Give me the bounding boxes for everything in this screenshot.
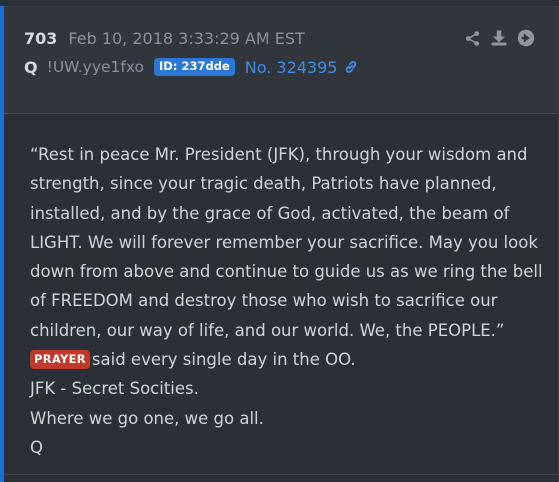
post-body: “Rest in peace Mr. President (JFK), thro… — [30, 140, 546, 462]
post-reference-label[interactable]: No. 324395 — [245, 58, 338, 77]
post-signature: Q — [30, 437, 43, 457]
body-line: of FREEDOM and destroy those who wish to… — [30, 291, 498, 311]
body-line: down from above and continue to guide us… — [30, 262, 543, 282]
post-author-row: Q !UW.yye1fxo ID: 237dde No. 324395 — [24, 57, 359, 77]
post-actions — [464, 28, 535, 48]
post-meta-row: 703 Feb 10, 2018 3:33:29 AM EST — [24, 28, 305, 48]
prayer-line-text: said every single day in the OO. — [91, 350, 356, 370]
prayer-tag[interactable]: PRAYER — [30, 350, 90, 370]
body-line: installed, and by the grace of God, acti… — [30, 203, 510, 223]
post-author: Q — [24, 57, 38, 77]
post-reference-link[interactable]: No. 324395 — [245, 58, 360, 77]
post-tripcode: !UW.yye1fxo — [46, 58, 145, 76]
post-date: Feb 10, 2018 3:33:29 AM EST — [68, 28, 305, 48]
body-line: JFK - Secret Socities. — [30, 379, 199, 399]
download-icon[interactable] — [490, 29, 508, 47]
body-line: LIGHT. We will forever remember your sac… — [30, 232, 538, 252]
id-badge[interactable]: ID: 237dde — [154, 58, 235, 76]
divider — [4, 474, 558, 475]
body-line: Where we go one, we go all. — [30, 408, 264, 428]
body-line: strength, since your tragic death, Patri… — [30, 174, 497, 194]
link-icon[interactable] — [343, 59, 359, 75]
prayer-line: PRAYER said every single day in the OO. — [30, 345, 546, 374]
arrow-right-circle-icon[interactable] — [517, 29, 535, 47]
post-card: 703 Feb 10, 2018 3:33:29 AM EST Q !UW.yy… — [0, 0, 559, 482]
body-line: children, our way of life, and our world… — [30, 320, 505, 340]
post-quote: “Rest in peace Mr. President (JFK), thro… — [30, 140, 546, 345]
post-number: 703 — [24, 28, 58, 48]
share-icon[interactable] — [464, 30, 481, 47]
body-line: “Rest in peace Mr. President (JFK), thro… — [30, 145, 528, 164]
